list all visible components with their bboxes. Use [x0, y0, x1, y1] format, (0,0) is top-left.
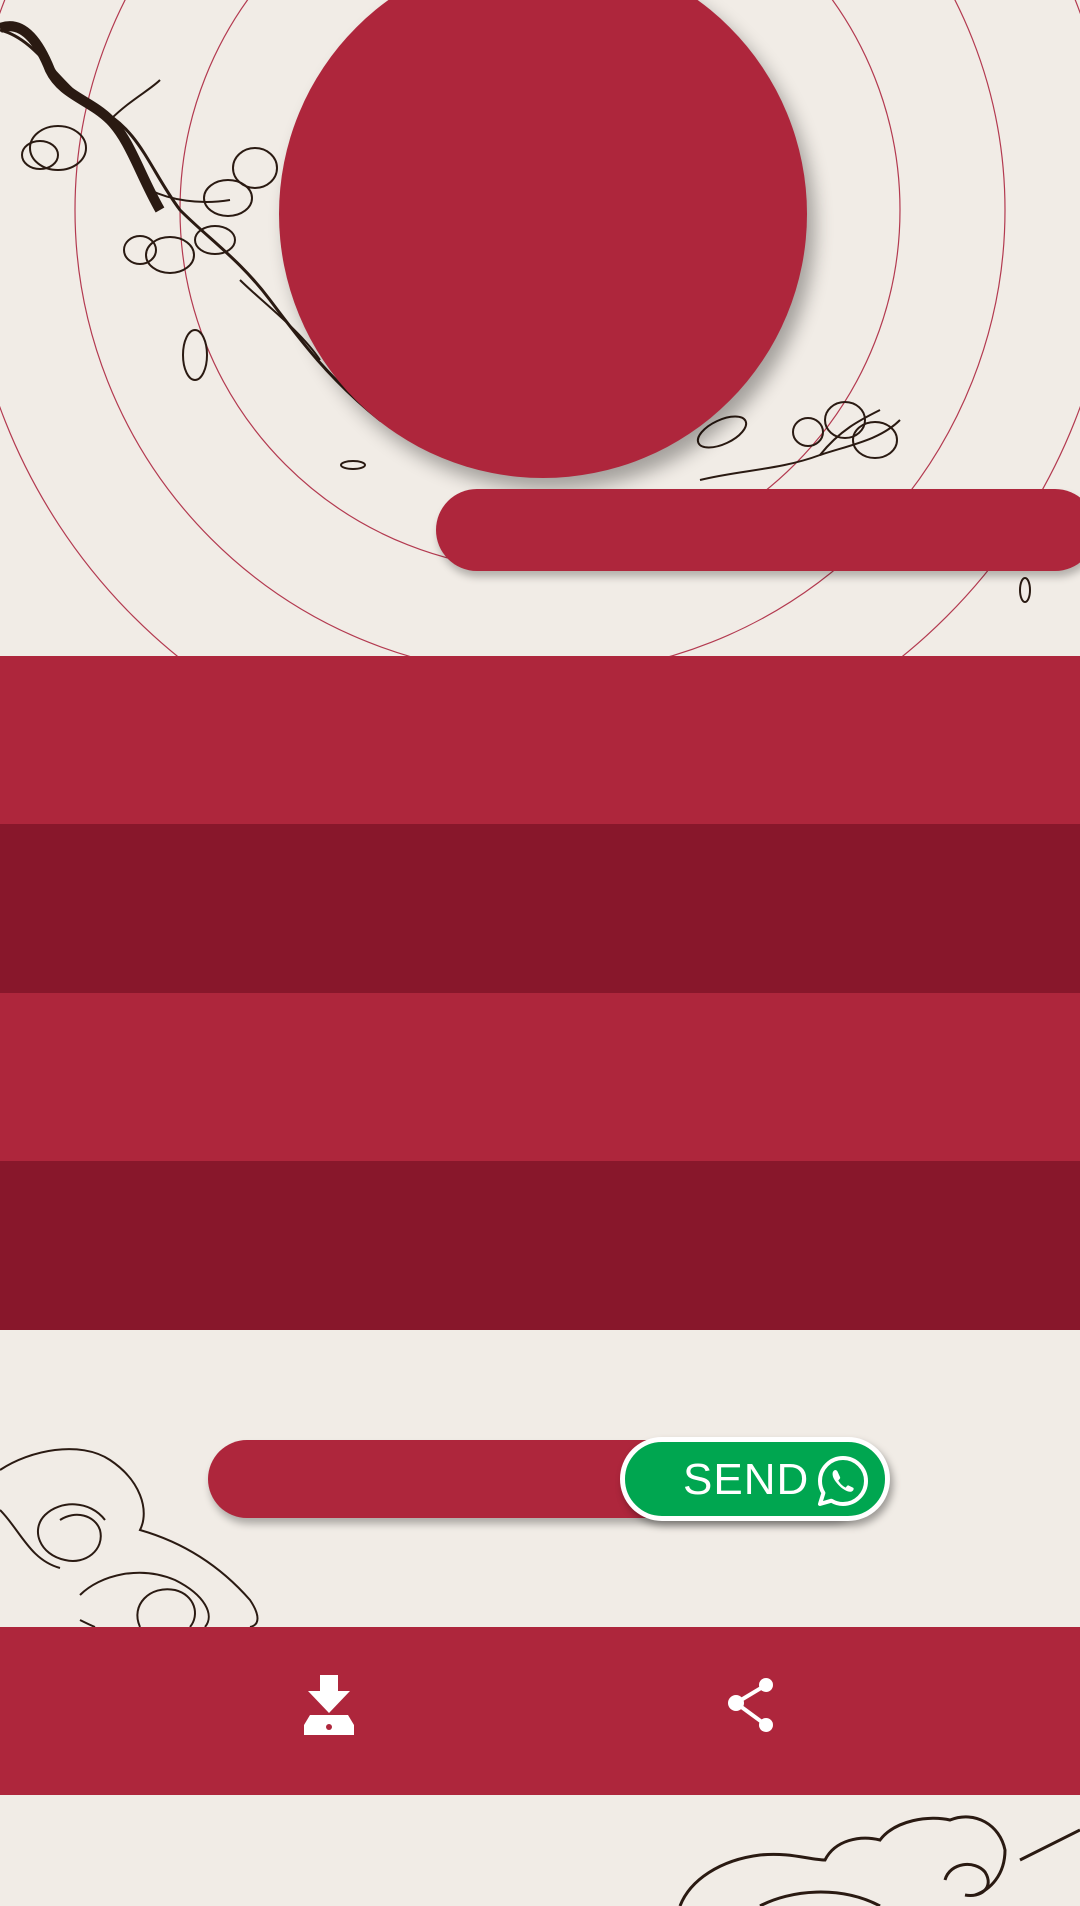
download-icon — [304, 1675, 354, 1735]
cloud-right — [678, 1815, 1080, 1906]
send-label: SEND — [683, 1455, 810, 1504]
content-band-1 — [0, 656, 1080, 824]
title-banner — [436, 489, 1080, 571]
whatsapp-icon — [818, 1456, 868, 1506]
whatsapp-send-button[interactable]: SEND — [620, 1437, 890, 1521]
content-band-3 — [0, 993, 1080, 1161]
share-button[interactable] — [720, 1671, 786, 1751]
bottom-action-bar — [0, 1627, 1080, 1795]
content-band-2 — [0, 824, 1080, 993]
share-icon — [728, 1678, 773, 1732]
download-button[interactable] — [296, 1671, 362, 1751]
content-band-4 — [0, 1161, 1080, 1330]
